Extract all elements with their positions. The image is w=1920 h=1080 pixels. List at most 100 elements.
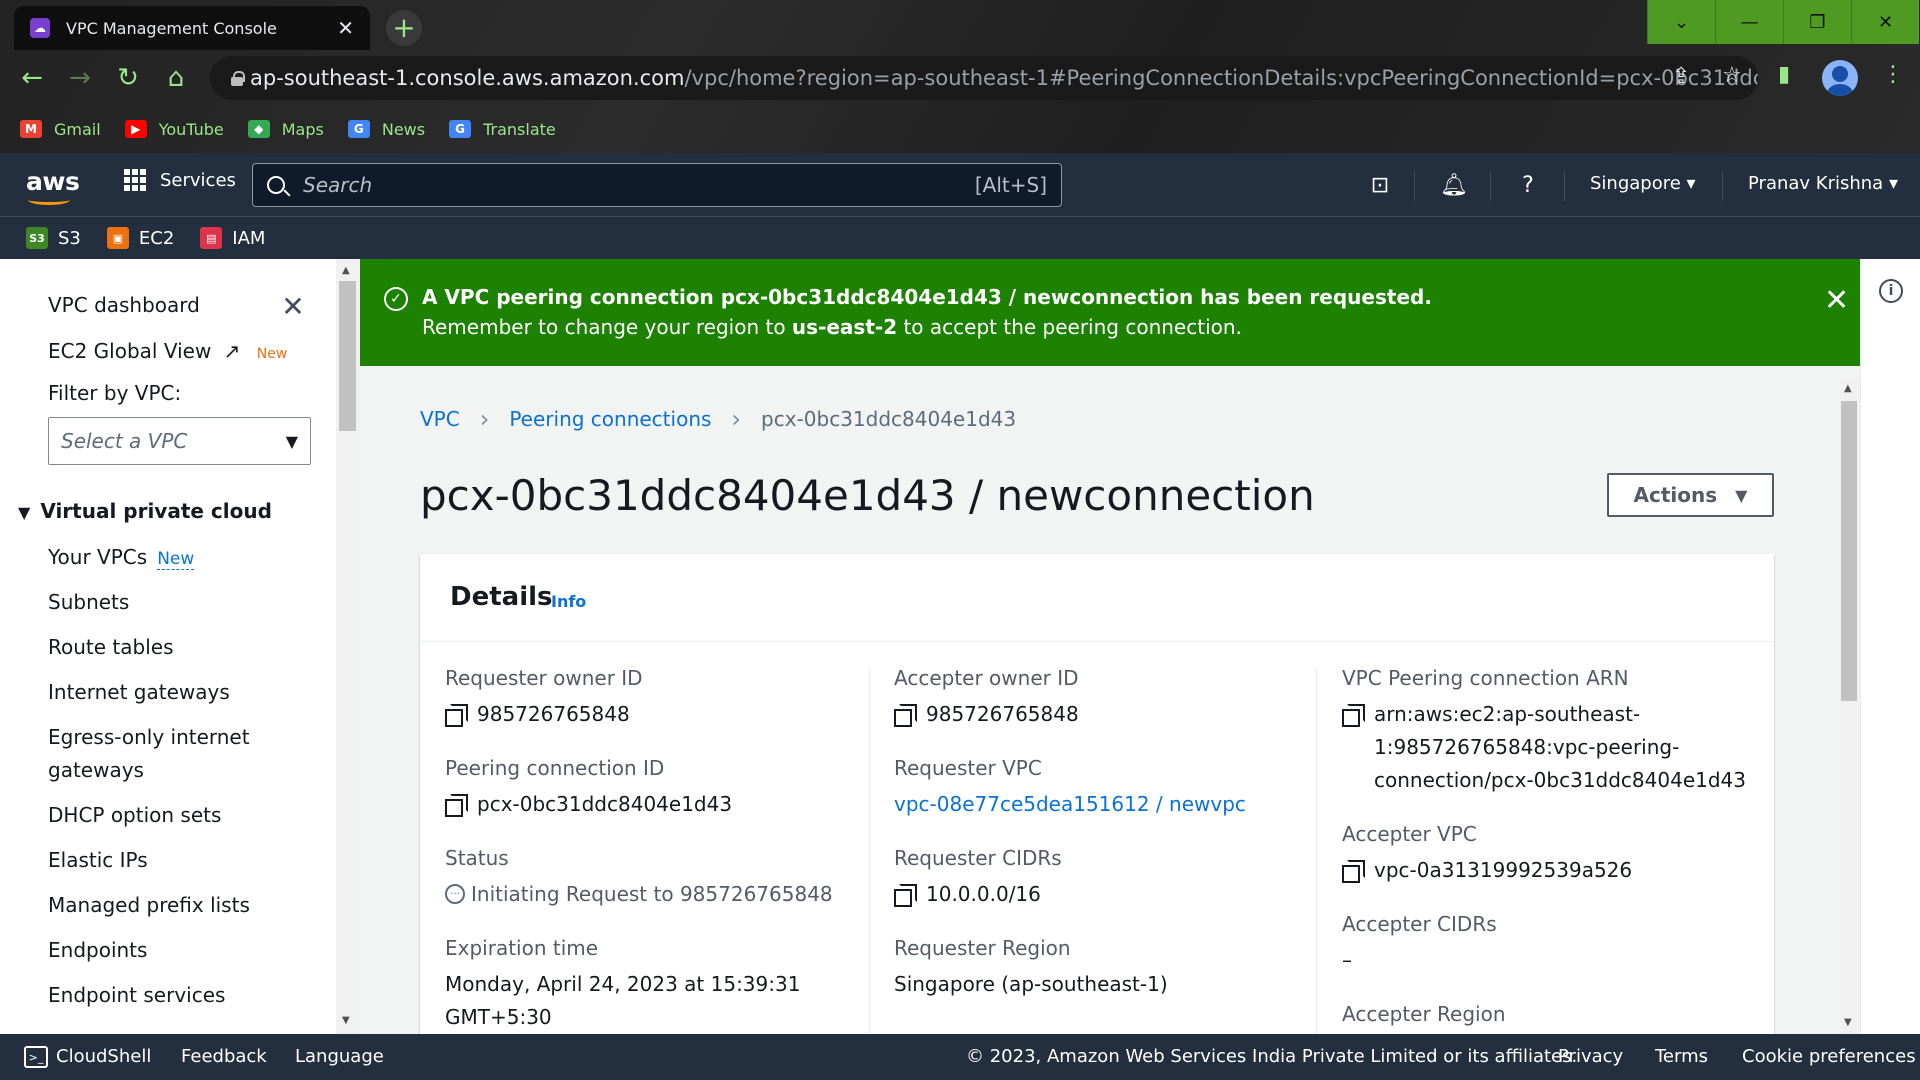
- vpc-filter-select[interactable]: Select a VPC ▼: [48, 417, 311, 465]
- field-requester-vpc: Requester VPC vpc-08e77ce5dea151612 / ne…: [894, 756, 1246, 821]
- scrollbar-thumb[interactable]: [339, 281, 356, 431]
- field-label: Accepter owner ID: [894, 666, 1079, 690]
- field-label: Requester Region: [894, 936, 1071, 960]
- nav-ec2-global-view[interactable]: EC2 Global View ↗ New: [48, 339, 287, 363]
- bookmark-news[interactable]: G News: [347, 120, 425, 139]
- minimize-button[interactable]: —: [1715, 0, 1783, 44]
- forward-arrow-icon[interactable]: →: [64, 62, 96, 94]
- aws-search-input[interactable]: Search [Alt+S]: [252, 163, 1062, 207]
- favorite-s3[interactable]: S3 S3: [26, 227, 81, 249]
- info-link[interactable]: Info: [551, 592, 586, 611]
- nav-internet-gateways[interactable]: Internet gateways: [48, 680, 230, 704]
- chevron-right-icon: ›: [731, 405, 742, 433]
- arn-line: arn:aws:ec2:ap-southeast-: [1374, 702, 1641, 726]
- cloudshell-button[interactable]: CloudShell: [56, 1046, 151, 1067]
- new-badge: New: [256, 346, 288, 362]
- nav-elastic-ips[interactable]: Elastic IPs: [48, 848, 148, 872]
- reload-icon[interactable]: ↻: [112, 62, 144, 94]
- profile-avatar[interactable]: [1822, 60, 1858, 96]
- aws-logo[interactable]: aws: [26, 167, 80, 205]
- terms-link[interactable]: Terms: [1655, 1046, 1708, 1067]
- copy-icon[interactable]: [1342, 860, 1365, 883]
- back-arrow-icon[interactable]: ←: [16, 62, 48, 94]
- notifications-bell-icon[interactable]: 🔔︎: [1440, 171, 1468, 199]
- bookmark-star-icon[interactable]: ☆: [1722, 63, 1742, 88]
- aws-smile-icon: [28, 195, 70, 205]
- copyright-text: © 2023, Amazon Web Services India Privat…: [966, 1046, 1578, 1067]
- tab-search-icon[interactable]: ⌄: [1647, 0, 1715, 44]
- bookmark-translate[interactable]: G Translate: [449, 120, 556, 139]
- favorite-label: S3: [58, 227, 81, 249]
- iam-icon: ▤: [200, 227, 223, 249]
- side-panel-icon[interactable]: ▮: [1778, 62, 1790, 87]
- success-flash-banner: ✓ A VPC peering connection pcx-0bc31ddc8…: [360, 259, 1860, 366]
- field-accepter-region: Accepter Region: [1342, 1002, 1506, 1026]
- copy-icon[interactable]: [445, 794, 468, 817]
- section-virtual-private-cloud[interactable]: ▼ Virtual private cloud: [18, 499, 272, 523]
- new-badge[interactable]: New: [157, 549, 195, 570]
- requester-vpc-link[interactable]: vpc-08e77ce5dea151612 / newvpc: [894, 788, 1246, 821]
- copy-icon[interactable]: [894, 884, 917, 907]
- bookmark-gmail[interactable]: M Gmail: [20, 120, 101, 139]
- nav-egress-only-internet-gateways[interactable]: Egress-only internet: [48, 725, 250, 749]
- account-menu[interactable]: Pranav Krishna ▾: [1748, 173, 1898, 194]
- expiration-line: GMT+5:30: [445, 1005, 552, 1029]
- nav-vpc-dashboard[interactable]: VPC dashboard: [48, 293, 200, 317]
- news-icon: G: [347, 120, 370, 138]
- dismiss-flash-button[interactable]: ✕: [1824, 283, 1849, 318]
- nav-subnets[interactable]: Subnets: [48, 590, 129, 614]
- language-link[interactable]: Language: [295, 1046, 384, 1067]
- home-icon[interactable]: ⌂: [160, 62, 192, 94]
- favorite-ec2[interactable]: ▣ EC2: [106, 227, 174, 249]
- address-bar[interactable]: ap-southeast-1.console.aws.amazon.com/vp…: [210, 56, 1758, 100]
- bookmark-youtube[interactable]: ▶ YouTube: [124, 120, 224, 139]
- tab-close-icon[interactable]: ✕: [337, 16, 354, 40]
- privacy-link[interactable]: Privacy: [1558, 1046, 1623, 1067]
- info-icon[interactable]: i: [1879, 279, 1903, 303]
- field-value: 985726765848: [445, 698, 643, 731]
- share-icon[interactable]: ⇪: [1672, 64, 1690, 89]
- scroll-up-icon[interactable]: ▲: [1844, 383, 1852, 394]
- main-scrollbar[interactable]: ▲ ▼: [1838, 379, 1860, 1034]
- scroll-down-icon[interactable]: ▼: [1844, 1017, 1852, 1028]
- field-requester-region: Requester Region Singapore (ap-southeast…: [894, 936, 1168, 1001]
- bookmark-maps[interactable]: ◆ Maps: [247, 120, 324, 139]
- close-icon[interactable]: ✕: [280, 290, 306, 323]
- copy-icon[interactable]: [894, 704, 917, 727]
- nav-egress-only-internet-gateways-line2[interactable]: gateways: [48, 758, 144, 782]
- copy-icon[interactable]: [1342, 704, 1365, 727]
- nav-your-vpcs[interactable]: Your VPCs New: [48, 545, 195, 570]
- peering-connection-id: pcx-0bc31ddc8404e1d43: [477, 792, 733, 816]
- close-window-button[interactable]: ✕: [1851, 0, 1919, 44]
- new-tab-button[interactable]: +: [386, 10, 422, 46]
- scroll-up-icon[interactable]: ▲: [342, 265, 350, 276]
- region-selector[interactable]: Singapore ▾: [1590, 173, 1696, 194]
- services-menu[interactable]: Services: [124, 169, 236, 191]
- column-divider: [1316, 668, 1317, 1034]
- copy-icon[interactable]: [445, 704, 468, 727]
- cloudshell-icon[interactable]: >_: [24, 1046, 48, 1068]
- cookie-preferences-link[interactable]: Cookie preferences: [1742, 1046, 1916, 1067]
- nav-endpoints[interactable]: Endpoints: [48, 938, 147, 962]
- requester-owner-id: 985726765848: [477, 702, 630, 726]
- nav-dhcp-option-sets[interactable]: DHCP option sets: [48, 803, 221, 827]
- scrollbar-thumb[interactable]: [1841, 401, 1857, 701]
- help-icon[interactable]: ?: [1514, 171, 1542, 199]
- actions-button[interactable]: Actions ▼: [1607, 473, 1774, 517]
- nav-endpoint-services[interactable]: Endpoint services: [48, 983, 225, 1007]
- nav-managed-prefix-lists[interactable]: Managed prefix lists: [48, 893, 250, 917]
- breadcrumb-peering-connections[interactable]: Peering connections: [509, 407, 711, 431]
- bookmarks-bar: M Gmail ▶ YouTube ◆ Maps G News G Translate: [0, 106, 1920, 152]
- sidebar-scrollbar[interactable]: ▲ ▼: [336, 259, 360, 1034]
- nav-route-tables[interactable]: Route tables: [48, 635, 174, 659]
- scroll-down-icon[interactable]: ▼: [342, 1015, 350, 1026]
- restore-button[interactable]: ❐: [1783, 0, 1851, 44]
- breadcrumb-vpc[interactable]: VPC: [420, 407, 460, 431]
- browser-menu-icon[interactable]: ⋮: [1882, 62, 1904, 87]
- browser-tab[interactable]: ☁ VPC Management Console ✕: [14, 6, 370, 50]
- help-panel-rail: i: [1860, 259, 1920, 1034]
- favorite-iam[interactable]: ▤ IAM: [200, 227, 265, 249]
- services-grid-icon: [124, 169, 146, 191]
- cloudshell-icon[interactable]: ⊡: [1366, 171, 1394, 199]
- feedback-link[interactable]: Feedback: [181, 1046, 267, 1067]
